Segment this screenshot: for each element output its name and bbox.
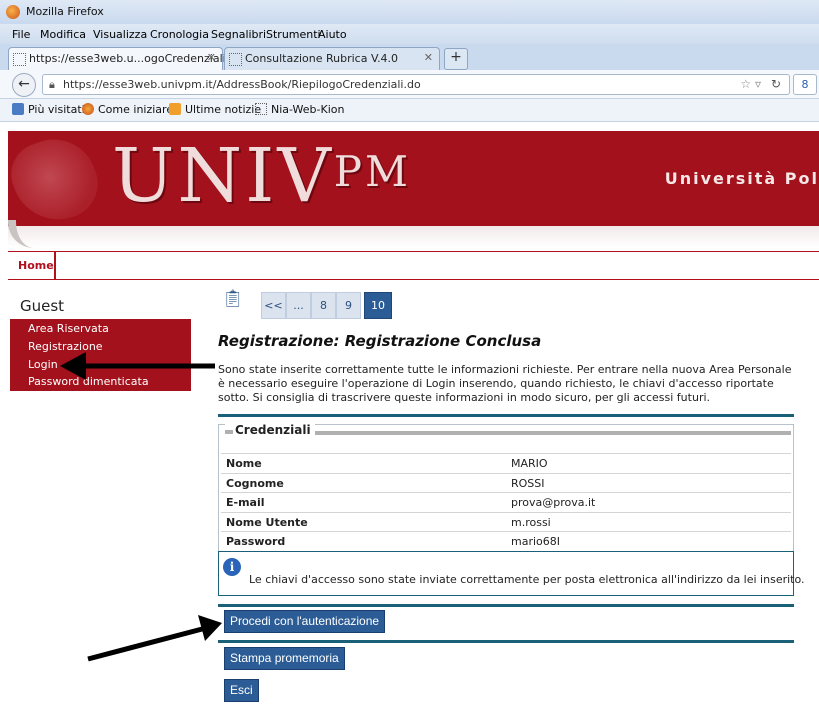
annotation-arrows [60,352,222,662]
arrow-to-proceed-button [87,615,222,662]
arrow-to-login [60,352,215,380]
